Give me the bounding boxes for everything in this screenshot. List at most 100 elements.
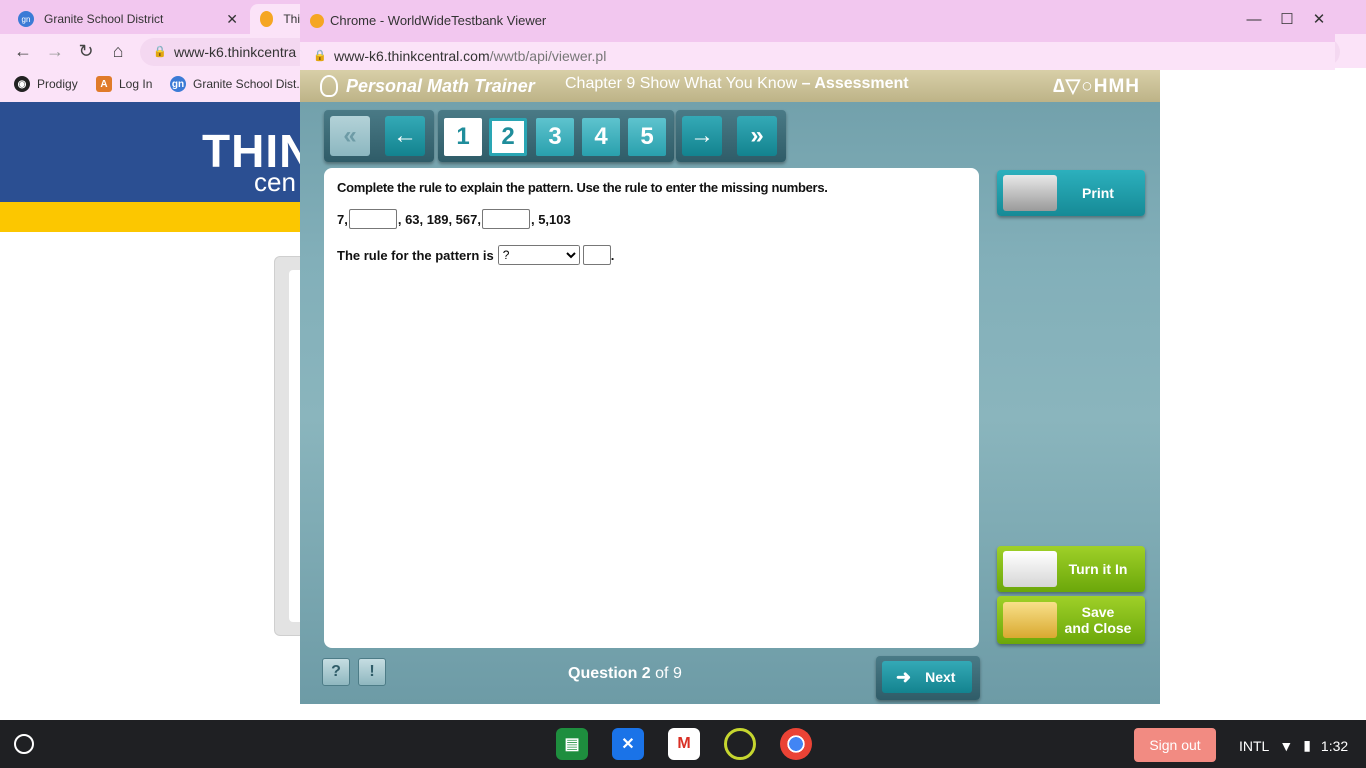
tab-granite[interactable]: gn Granite School District ✕ bbox=[8, 4, 248, 34]
launcher-icon[interactable] bbox=[14, 734, 34, 754]
lock-icon: 🔒 bbox=[313, 50, 327, 62]
sequence-part: , 63, 189, 567, bbox=[397, 211, 481, 227]
next-label: Next bbox=[925, 669, 956, 685]
classroom-icon[interactable]: ▤ bbox=[556, 728, 588, 760]
a-logo-icon: A bbox=[96, 76, 112, 92]
missing-number-1-input[interactable] bbox=[348, 209, 397, 229]
close-tab-icon[interactable]: ✕ bbox=[226, 11, 238, 28]
clock: 1:32 bbox=[1320, 737, 1349, 754]
question-counter: Question 2 of 9 bbox=[568, 665, 682, 683]
previous-question-button[interactable]: ← bbox=[385, 116, 425, 156]
thinkcentral-favicon-icon bbox=[260, 11, 274, 27]
brand-name: Personal Math Trainer bbox=[346, 75, 535, 96]
nav-forward-group: → » bbox=[676, 110, 786, 162]
double-left-icon: « bbox=[343, 122, 357, 149]
next-button-frame: ➜ Next bbox=[876, 656, 980, 700]
rule-operation-select[interactable]: ? bbox=[497, 245, 580, 265]
question-3-button[interactable]: 3 bbox=[536, 118, 574, 156]
turn-in-label: Turn it In bbox=[1068, 561, 1128, 577]
bookmark-login[interactable]: A Log In bbox=[96, 76, 152, 92]
lock-icon: 🔒 bbox=[153, 46, 167, 58]
question-counter-total: of 9 bbox=[655, 665, 682, 682]
missing-number-2-input[interactable] bbox=[481, 209, 530, 229]
forward-arrow-icon[interactable]: → bbox=[44, 40, 66, 62]
popup-title: Chrome - WorldWideTestbank Viewer bbox=[330, 13, 547, 28]
battery-icon: ▮ bbox=[1303, 737, 1311, 753]
bookmark-granite[interactable]: gn Granite School Dist... bbox=[170, 76, 306, 92]
question-1-button[interactable]: 1 bbox=[444, 118, 482, 156]
question-mark-icon: ? bbox=[331, 663, 341, 680]
page-scrollbar-area bbox=[1335, 68, 1366, 718]
rule-value-input[interactable] bbox=[582, 245, 611, 265]
gmail-icon[interactable]: M bbox=[668, 728, 700, 760]
right-arrow-icon: ➜ bbox=[896, 666, 912, 687]
granite-favicon-icon: gn bbox=[170, 76, 186, 92]
print-label: Print bbox=[1082, 185, 1114, 201]
brand: Personal Math Trainer bbox=[320, 75, 535, 97]
report-problem-button[interactable]: ! bbox=[358, 658, 386, 686]
rule-label: The rule for the pattern is bbox=[337, 247, 494, 263]
warning-icon: ! bbox=[369, 663, 375, 680]
turn-in-tray-icon bbox=[1003, 551, 1057, 587]
question-instruction: Complete the rule to explain the pattern… bbox=[337, 180, 828, 195]
popup-url-bar: 🔒 www-k6.thinkcentral.com/wwtb/api/viewe… bbox=[300, 42, 1335, 70]
sequence-part: 7, bbox=[337, 211, 348, 227]
save-close-line-1: Save bbox=[1081, 604, 1115, 620]
sign-out-button[interactable]: Sign out bbox=[1134, 728, 1216, 762]
close-button[interactable]: ✕ bbox=[1309, 10, 1329, 30]
chrome-icon[interactable] bbox=[780, 728, 812, 760]
bookmark-prodigy[interactable]: ◉ Prodigy bbox=[14, 76, 78, 92]
keyboard-layout: INTL bbox=[1239, 737, 1270, 754]
hmh-logo: ∆▽○HMH bbox=[1053, 76, 1140, 97]
question-2-button[interactable]: 2 bbox=[489, 118, 527, 156]
question-5-button[interactable]: 5 bbox=[628, 118, 666, 156]
back-arrow-icon[interactable]: ← bbox=[12, 40, 34, 62]
bookmark-label: Granite School Dist... bbox=[193, 77, 307, 91]
help-button[interactable]: ? bbox=[322, 658, 350, 686]
next-button[interactable]: ➜ Next bbox=[882, 661, 972, 693]
address-text: www-k6.thinkcentra bbox=[174, 44, 297, 60]
nav-back-group: « ← bbox=[324, 110, 434, 162]
folder-save-icon bbox=[1003, 602, 1057, 638]
url-host: www-k6.thinkcentral.com bbox=[334, 48, 490, 64]
number-sequence: 7, , 63, 189, 567, , 5,103 bbox=[337, 209, 966, 229]
double-right-icon: » bbox=[750, 122, 764, 149]
tab-label: Thi bbox=[283, 12, 300, 26]
save-close-line-2: and Close bbox=[1064, 620, 1132, 636]
maximize-button[interactable]: ☐ bbox=[1277, 10, 1297, 30]
status-tray[interactable]: INTL ▼ ▮ 1:32 bbox=[1239, 737, 1358, 754]
turn-in-button[interactable]: Turn it In bbox=[997, 546, 1145, 592]
app-header: Personal Math Trainer Chapter 9 Show Wha… bbox=[300, 70, 1160, 102]
left-arrow-icon: ← bbox=[393, 122, 417, 149]
save-and-close-button[interactable]: Save and Close bbox=[997, 596, 1145, 644]
thinkcentral-logo-sub: cen bbox=[254, 167, 296, 197]
app-x-icon[interactable]: ✕ bbox=[612, 728, 644, 760]
trainer-logo-icon bbox=[320, 75, 338, 97]
app-dot-icon bbox=[310, 14, 324, 28]
url-path: /wwtb/api/viewer.pl bbox=[489, 48, 607, 64]
reload-icon[interactable]: ↻ bbox=[75, 40, 97, 62]
right-arrow-icon: → bbox=[690, 122, 714, 149]
question-counter-current: 2 bbox=[641, 665, 651, 682]
bookmark-label: Prodigy bbox=[37, 77, 78, 91]
granite-favicon-icon: gn bbox=[18, 11, 34, 27]
math-trainer-app: Personal Math Trainer Chapter 9 Show Wha… bbox=[300, 70, 1160, 704]
timer-app-icon[interactable] bbox=[724, 728, 756, 760]
question-panel: Complete the rule to explain the pattern… bbox=[324, 168, 979, 648]
globe-icon: ◉ bbox=[14, 76, 30, 92]
print-button[interactable]: Print bbox=[997, 170, 1145, 216]
rule-period: . bbox=[610, 247, 615, 263]
last-question-button[interactable]: » bbox=[737, 116, 777, 156]
sequence-part: , 5,103 bbox=[530, 211, 571, 227]
printer-icon bbox=[1003, 175, 1057, 211]
question-4-button[interactable]: 4 bbox=[582, 118, 620, 156]
chapter-title-suffix: – Assessment bbox=[801, 75, 909, 92]
home-icon[interactable]: ⌂ bbox=[107, 40, 129, 62]
first-question-button[interactable]: « bbox=[330, 116, 370, 156]
popup-titlebar: Chrome - WorldWideTestbank Viewer — ☐ ✕ bbox=[300, 0, 1335, 42]
bookmark-label: Log In bbox=[119, 77, 153, 91]
minimize-button[interactable]: — bbox=[1244, 10, 1264, 30]
system-shelf: ▤ ✕ M Sign out INTL ▼ ▮ 1:32 bbox=[0, 720, 1366, 768]
next-question-button[interactable]: → bbox=[682, 116, 722, 156]
tab-label: Granite School District bbox=[44, 12, 164, 26]
